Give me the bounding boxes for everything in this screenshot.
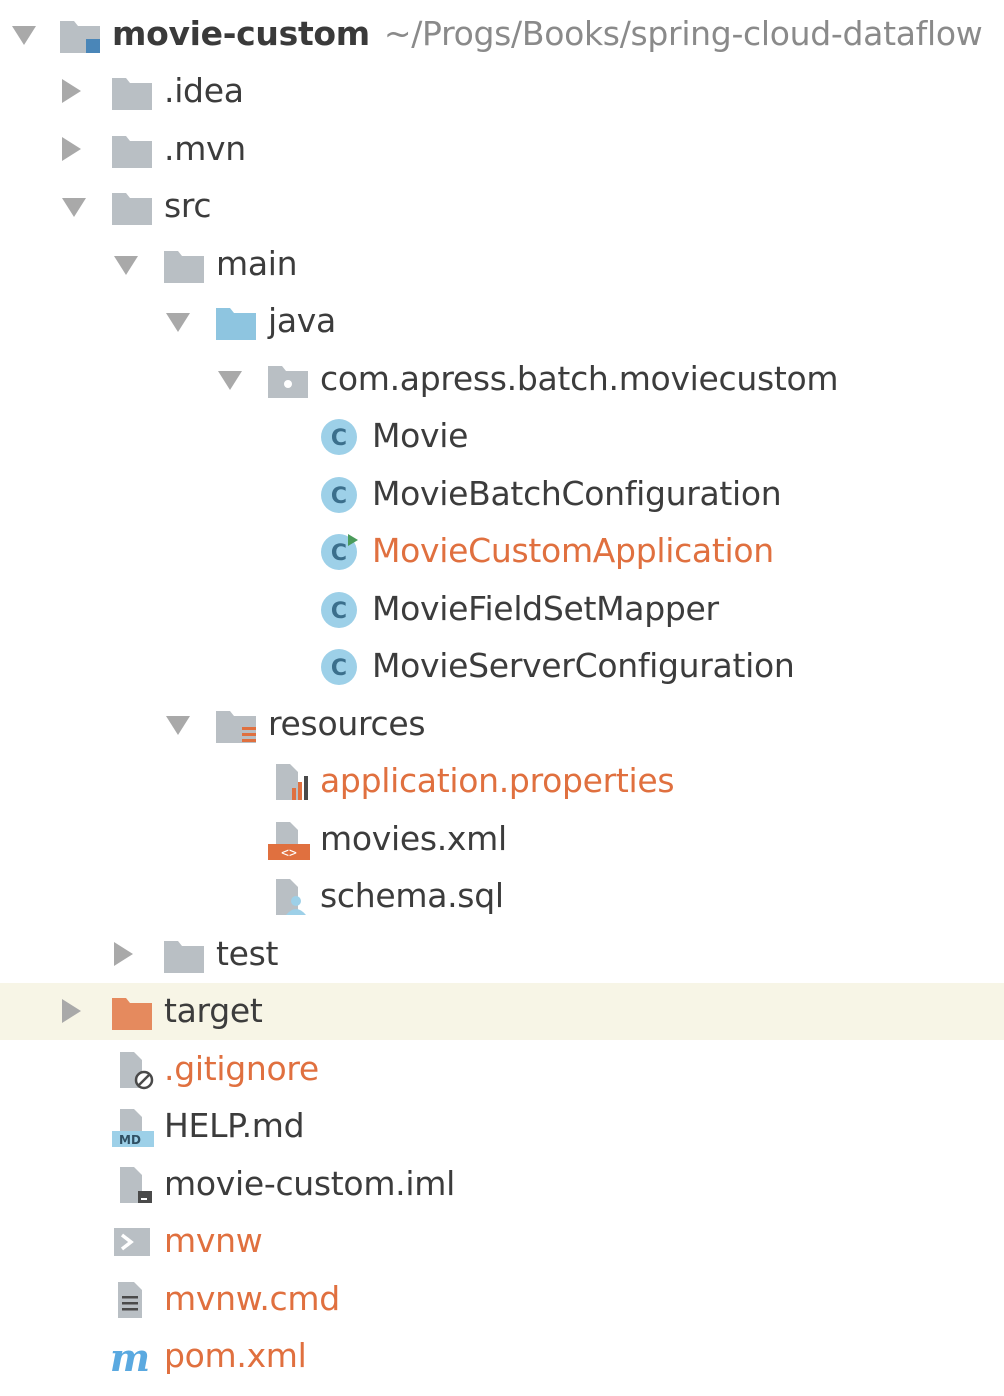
tree-node-schema-sql[interactable]: schema.sql	[0, 868, 1004, 925]
project-tree: movie-custom ~/Progs/Books/spring-cloud-d…	[0, 0, 1004, 1396]
tree-node-target[interactable]: target	[0, 983, 1004, 1040]
collapse-arrow[interactable]	[62, 137, 81, 161]
tree-node-main[interactable]: main	[0, 236, 1004, 293]
tree-label: application.properties	[320, 761, 675, 800]
java-class-icon: C	[318, 475, 362, 515]
tree-node-resources[interactable]: resources	[0, 696, 1004, 753]
source-folder-icon	[214, 302, 258, 342]
svg-text:<>: <>	[281, 846, 297, 860]
tree-label: movie-custom.iml	[164, 1164, 455, 1203]
tree-label: HELP.md	[164, 1106, 305, 1145]
tree-label: Movie	[372, 416, 469, 455]
tree-node-movie-class[interactable]: C Movie	[0, 408, 1004, 465]
svg-text:C: C	[331, 426, 347, 451]
tree-node-field-set-mapper-class[interactable]: C MovieFieldSetMapper	[0, 581, 1004, 638]
tree-node-movie-custom[interactable]: movie-custom ~/Progs/Books/spring-cloud-d…	[0, 6, 1004, 63]
sql-file-icon	[270, 877, 314, 917]
expand-arrow[interactable]	[218, 371, 242, 390]
tree-label: com.apress.batch.moviecustom	[320, 359, 839, 398]
maven-pom-icon: m	[108, 1337, 152, 1377]
tree-label: main	[216, 244, 298, 283]
tree-label: MovieCustomApplication	[372, 531, 774, 570]
tree-node-movies-xml[interactable]: <> movies.xml	[0, 811, 1004, 868]
tree-label: .gitignore	[164, 1049, 319, 1088]
tree-label: MovieBatchConfiguration	[372, 474, 782, 513]
svg-text:m: m	[110, 1337, 150, 1377]
xml-file-icon: <>	[266, 820, 310, 860]
folder-icon	[110, 130, 154, 170]
svg-text:C: C	[331, 656, 347, 681]
tree-label: schema.sql	[320, 876, 504, 915]
tree-node-test[interactable]: test	[0, 926, 1004, 983]
tree-label: MovieFieldSetMapper	[372, 589, 719, 628]
markdown-file-icon: MD	[110, 1107, 154, 1147]
tree-node-mvnw-cmd[interactable]: mvnw.cmd	[0, 1271, 1004, 1328]
folder-icon	[110, 187, 154, 227]
tree-node-src[interactable]: src	[0, 178, 1004, 235]
ignore-file-icon	[114, 1050, 158, 1090]
svg-text:C: C	[331, 541, 347, 566]
tree-label: pom.xml	[164, 1336, 307, 1375]
project-path: ~/Progs/Books/spring-cloud-dataflow	[383, 14, 983, 53]
tree-node-mvnw[interactable]: mvnw	[0, 1213, 1004, 1270]
tree-node-gitignore[interactable]: .gitignore	[0, 1041, 1004, 1098]
expand-arrow[interactable]	[166, 716, 190, 735]
expand-arrow[interactable]	[12, 26, 36, 45]
project-name: movie-custom	[112, 14, 370, 53]
java-class-icon: C	[318, 590, 362, 630]
tree-label: MovieServerConfiguration	[372, 646, 795, 685]
tree-node-application-properties[interactable]: application.properties	[0, 753, 1004, 810]
expand-arrow[interactable]	[166, 313, 190, 332]
svg-text:C: C	[331, 484, 347, 509]
tree-node-iml[interactable]: movie-custom.iml	[0, 1156, 1004, 1213]
tree-node-server-config-class[interactable]: C MovieServerConfiguration	[0, 638, 1004, 695]
tree-label: movies.xml	[320, 819, 507, 858]
java-main-class-icon: C	[318, 532, 362, 572]
tree-label: mvnw	[164, 1221, 263, 1260]
folder-icon	[162, 935, 206, 975]
tree-label: resources	[268, 704, 426, 743]
svg-text:MD: MD	[119, 1133, 141, 1147]
tree-node-java[interactable]: java	[0, 293, 1004, 350]
excluded-folder-icon	[110, 992, 154, 1032]
text-file-icon	[110, 1280, 154, 1320]
tree-node-help-md[interactable]: MD HELP.md	[0, 1098, 1004, 1155]
expand-arrow[interactable]	[62, 198, 86, 217]
tree-node-package[interactable]: com.apress.batch.moviecustom	[0, 351, 1004, 408]
tree-node-batch-config-class[interactable]: C MovieBatchConfiguration	[0, 466, 1004, 523]
tree-node-pom-xml[interactable]: m pom.xml	[0, 1328, 1004, 1385]
tree-node-idea[interactable]: .idea	[0, 63, 1004, 120]
tree-node-mvn[interactable]: .mvn	[0, 121, 1004, 178]
collapse-arrow[interactable]	[114, 942, 133, 966]
svg-text:C: C	[331, 599, 347, 624]
expand-arrow[interactable]	[114, 256, 138, 275]
java-class-icon: C	[318, 647, 362, 687]
module-folder-icon	[58, 15, 102, 55]
tree-node-custom-app-class[interactable]: C MovieCustomApplication	[0, 523, 1004, 580]
resources-folder-icon	[214, 705, 258, 745]
folder-icon	[110, 72, 154, 112]
properties-file-icon	[270, 762, 314, 802]
tree-label: .mvn	[164, 129, 246, 168]
tree-label: mvnw.cmd	[164, 1279, 340, 1318]
tree-label: src	[164, 186, 212, 225]
shell-script-icon	[110, 1222, 154, 1262]
package-icon	[266, 360, 310, 400]
tree-label: java	[268, 301, 336, 340]
tree-label: target	[164, 991, 263, 1030]
tree-label: test	[216, 934, 279, 973]
iml-file-icon	[114, 1165, 158, 1205]
tree-label: .idea	[164, 71, 244, 110]
collapse-arrow[interactable]	[62, 79, 81, 103]
java-class-icon: C	[318, 417, 362, 457]
collapse-arrow[interactable]	[62, 999, 81, 1023]
folder-icon	[162, 245, 206, 285]
